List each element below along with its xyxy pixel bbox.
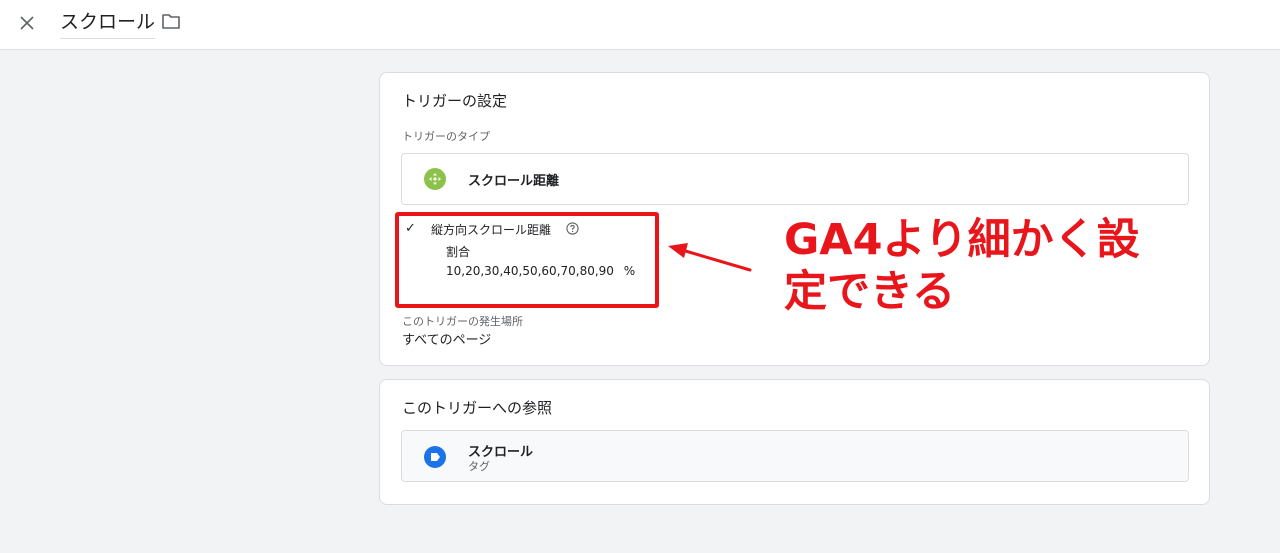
annotation-highlight-box — [395, 212, 659, 308]
card-title: トリガーの設定 — [402, 92, 508, 110]
fires-on-label: このトリガーの発生場所 — [402, 315, 523, 328]
references-card: このトリガーへの参照 スクロール タグ — [379, 379, 1210, 505]
folder-icon — [162, 14, 180, 29]
close-icon — [20, 16, 34, 30]
top-bar: スクロール — [0, 0, 1280, 50]
card-title: このトリガーへの参照 — [402, 399, 553, 417]
folder-button[interactable] — [161, 12, 183, 32]
close-button[interactable] — [14, 10, 40, 36]
trigger-name-field[interactable]: スクロール — [60, 9, 156, 39]
annotation-text: GA4より細かく設 定できる — [784, 215, 1140, 317]
move-arrows-icon — [424, 168, 446, 190]
reference-item[interactable]: スクロール タグ — [401, 430, 1189, 482]
reference-kind: タグ — [468, 460, 490, 473]
trigger-type-label: トリガーのタイプ — [402, 130, 490, 143]
fires-on-value: すべてのページ — [402, 333, 492, 348]
trigger-type-selector[interactable]: スクロール距離 — [401, 153, 1189, 205]
tag-icon — [424, 446, 446, 468]
annotation-arrow-icon — [668, 243, 752, 272]
trigger-type-name: スクロール距離 — [468, 174, 560, 189]
